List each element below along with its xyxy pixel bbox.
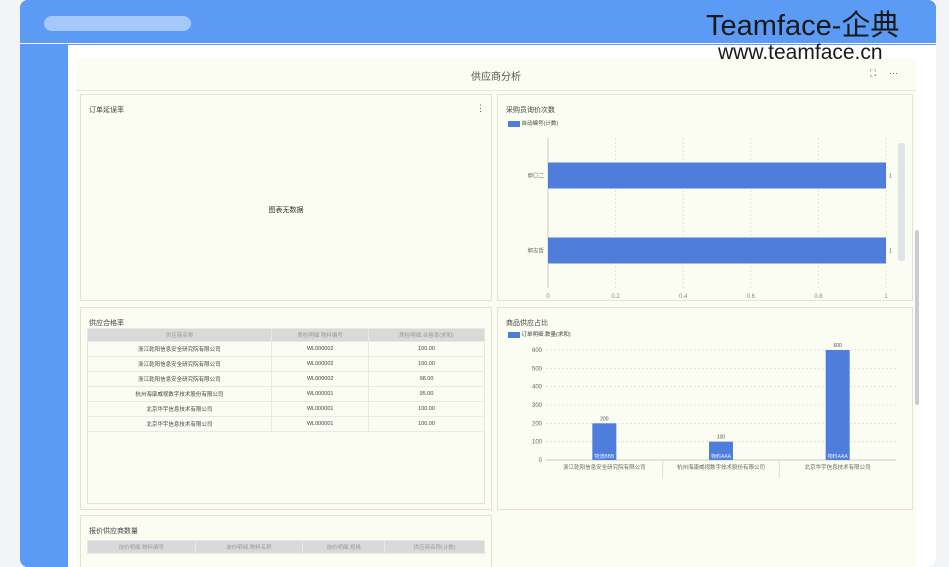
table-cell: 100.00: [368, 341, 485, 357]
bar-inner-label: 物料AAA: [711, 453, 732, 460]
bar: [548, 237, 886, 264]
panel-title: 报价供应商数量: [89, 528, 138, 535]
x-tick-label: 0.6: [747, 294, 756, 300]
column-header[interactable]: 供应商名称: [86, 328, 273, 342]
table-cell: 100.00: [368, 356, 485, 372]
panel-order-delay: 订单延误率 ⋮ 图表无数据: [80, 94, 492, 301]
y-tick-label: 400: [532, 385, 543, 391]
table-cell: WL000001: [271, 416, 370, 432]
data-label: 200: [600, 416, 609, 422]
panel-title: 供应合格率: [89, 320, 124, 327]
y-tick-label: 郭志哲: [527, 247, 544, 255]
table-cell: 北京华宇信息技术有限公司: [87, 401, 273, 417]
table-row[interactable]: 浙江乾阳信息安全研究院有限公司 WL000002 100.00: [87, 356, 485, 372]
y-tick-label: 500: [532, 366, 543, 372]
x-tick-label: 0.4: [679, 294, 688, 300]
table-row[interactable]: 浙江乾阳信息安全研究院有限公司 WL000002 98.00: [87, 371, 485, 387]
table-cell: WL000002: [271, 371, 370, 387]
url-watermark: www.teamface.cn: [718, 41, 883, 64]
page-title: 供应商分析: [471, 72, 521, 83]
pass-rate-table: 供应商名称 质检明细.物料编号 质检明细.合格率(求和) 浙江乾阳信息安全研究院有限…: [86, 328, 485, 432]
x-tick-label: 0: [546, 294, 550, 300]
table-cell: WL000001: [271, 401, 370, 417]
bar: [548, 162, 886, 189]
search-bar[interactable]: [44, 16, 191, 31]
x-tick-label: 杭州海康威视数字技术股份有限公司: [677, 463, 765, 471]
panel-title: 采购员询价次数: [506, 107, 555, 114]
panel-supply-pass-rate: 供应合格率 供应商名称 质检明细.物料编号 质检明细.合格率(求和) 浙江乾阳信息安…: [80, 307, 492, 510]
panel-title: 订单延误率: [89, 107, 124, 114]
more-icon[interactable]: ···: [889, 68, 898, 78]
y-tick-label: 600: [532, 348, 543, 354]
table-row[interactable]: 北京华宇信息技术有限公司 WL000001 100.00: [87, 416, 485, 432]
table-cell: 100.00: [368, 416, 485, 432]
column-header[interactable]: 询价明细.物料名称: [194, 540, 304, 554]
table-cell: 浙江乾阳信息安全研究院有限公司: [87, 341, 273, 357]
table-cell: WL000002: [271, 341, 370, 357]
expand-icon[interactable]: ⛶: [870, 68, 876, 79]
panel-title: 商品供应占比: [506, 320, 548, 327]
chart-legend: 订单明细.数量(求和): [508, 330, 571, 338]
left-sidebar: [20, 45, 68, 567]
table-cell: 100.00: [368, 401, 485, 417]
data-label: 600: [833, 343, 842, 349]
empty-state-text: 图表无数据: [268, 207, 304, 214]
bar-inner-label: 物流BBB: [594, 453, 615, 460]
quote-table: 询价明细.物料编号 询价明细.物料名称 询价明细.规格 供应商名称(计数): [87, 540, 485, 554]
buyer-bar-chart: 0 0.2 0.4 0.6 0.8 1 郭〇二 1 郭志哲 1: [527, 138, 892, 300]
column-header[interactable]: 供应商名称(计数): [384, 540, 485, 554]
legend-label: 订单明细.数量(求和): [521, 332, 571, 338]
table-cell: 杭州海康威视数字技术股份有限公司: [87, 386, 273, 402]
x-tick-label: 1: [884, 294, 888, 300]
page-scrollbar[interactable]: [915, 230, 919, 405]
panel-quote-suppliers: 报价供应商数量 询价明细.物料编号 询价明细.物料名称 询价明细.规格 供应商名称(计…: [80, 515, 492, 567]
column-header[interactable]: 质检明细.物料编号: [271, 328, 370, 342]
table-row[interactable]: 浙江乾阳信息安全研究院有限公司 WL000002 100.00: [87, 341, 485, 357]
table-row[interactable]: 北京华宇信息技术有限公司 WL000001 100.00: [87, 401, 485, 417]
data-label: 1: [889, 249, 892, 255]
x-tick-label: 北京华宇信息技术有限公司: [805, 463, 871, 471]
more-vertical-icon[interactable]: ⋮: [476, 103, 485, 114]
data-label: 100: [717, 435, 726, 441]
column-header[interactable]: 询价明细.物料编号: [87, 540, 196, 554]
table-row[interactable]: 杭州海康威视数字技术股份有限公司 WL000001 95.00: [87, 386, 485, 402]
table-cell: 95.00: [368, 386, 485, 402]
column-header[interactable]: 质检明细.合格率(求和): [368, 328, 485, 342]
table-cell: 98.00: [368, 371, 485, 387]
y-tick-label: 200: [532, 421, 543, 427]
main-content: 供应商分析 ⛶ ··· 订单延误率 ⋮ 图表无数据 采购员询价次数 自动编号(计…: [68, 45, 936, 567]
data-label: 1: [889, 174, 892, 180]
panel-goods-supply-share: 商品供应占比 订单明细.数量(求和) 0 100 200 300 400 500 600 20…: [497, 307, 913, 510]
table-cell: WL000002: [271, 356, 370, 372]
y-tick-label: 郭〇二: [527, 172, 544, 180]
y-tick-label: 0: [539, 458, 543, 464]
brand-watermark: Teamface-企典: [706, 10, 900, 42]
column-header[interactable]: 询价明细.规格: [302, 540, 386, 554]
y-tick-label: 100: [532, 440, 543, 446]
chart-scrollbar[interactable]: [898, 143, 905, 261]
x-tick-label: 0.8: [814, 294, 823, 300]
app-frame: 供应商分析 ⛶ ··· 订单延误率 ⋮ 图表无数据 采购员询价次数 自动编号(计…: [20, 0, 936, 567]
bar: [825, 350, 850, 460]
bar-inner-label: 物料AAA: [828, 453, 849, 460]
x-tick-label: 0.2: [611, 294, 620, 300]
table-cell: 浙江乾阳信息安全研究院有限公司: [87, 371, 273, 387]
supply-share-bar-chart: 0 100 200 300 400 500 600 200 物流BBB 浙江乾阳信息安全研究院有限…: [532, 343, 896, 478]
table-cell: 北京华宇信息技术有限公司: [87, 416, 273, 432]
panel-buyer-inquiries: 采购员询价次数 自动编号(计数) 0 0.2 0.4 0.6 0.8 1 郭〇二 1 郭志哲 1: [497, 94, 913, 301]
legend-swatch: [508, 331, 520, 338]
x-tick-label: 浙江乾阳信息安全研究院有限公司: [563, 463, 646, 471]
table-cell: WL000001: [271, 386, 370, 402]
table-cell: 浙江乾阳信息安全研究院有限公司: [87, 356, 273, 372]
dashboard: 供应商分析 ⛶ ··· 订单延误率 ⋮ 图表无数据 采购员询价次数 自动编号(计…: [76, 59, 916, 567]
y-tick-label: 300: [532, 403, 543, 409]
